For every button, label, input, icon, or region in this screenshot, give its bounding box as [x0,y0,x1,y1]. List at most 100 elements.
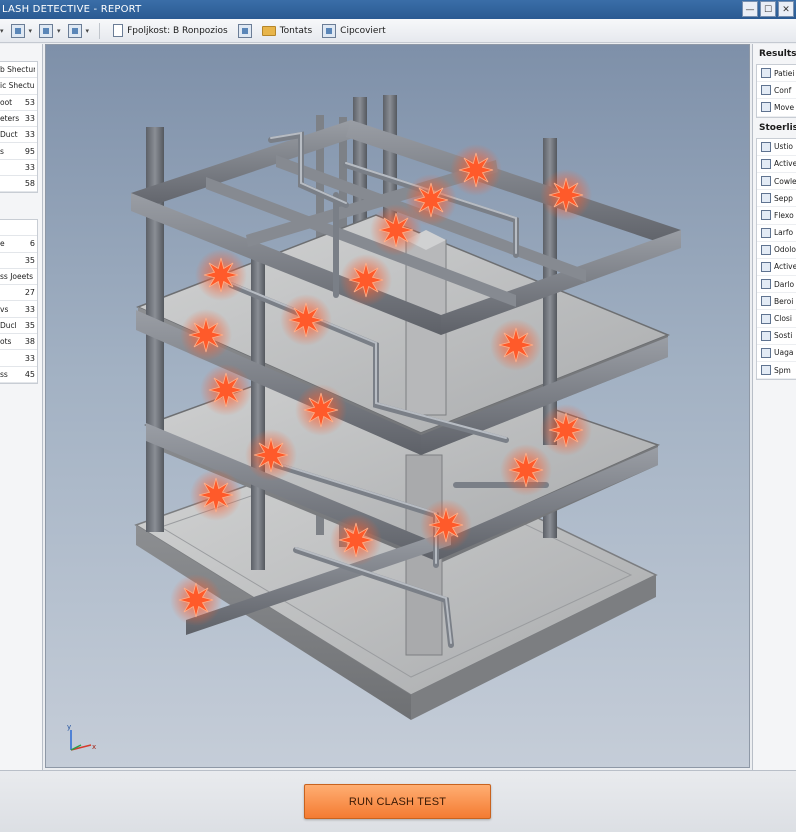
checkbox-icon [761,313,771,324]
status-item[interactable]: Beroi [757,293,796,311]
status-item[interactable]: Spm [757,362,796,380]
clash-group-row[interactable]: 35 [0,253,37,269]
document-icon [761,244,771,255]
toolbar-contacts-button[interactable]: Tontats [261,25,312,36]
status-item[interactable]: Uaga [757,345,796,362]
status-item-label: Ustio [774,142,794,152]
status-item[interactable]: Sepp [757,190,796,208]
clash-marker[interactable] [200,364,252,416]
status-item-label: Beroi [774,296,794,306]
status-item[interactable]: Flexo [757,207,796,225]
clash-group-row[interactable]: vs 33 [0,301,37,318]
window-icon [237,23,252,38]
clash-marker[interactable] [245,429,297,481]
status-item-label: Sepp [774,193,793,203]
clash-group-name: Duct [0,130,18,140]
clash-marker[interactable] [280,294,332,346]
clash-group-name: s [0,146,4,156]
toolbar: ▾ ▾ ▾ ▾ Fpoljkost: B Ronpozios Tontats C… [0,19,796,43]
status-item[interactable]: Ustio [757,139,796,156]
dropdown-arrow-icon[interactable]: ▾ [29,27,33,35]
clash-group-name: ots [0,337,12,347]
clash-group-row[interactable]: Ducl 35 [0,318,37,335]
clash-marker[interactable] [420,499,472,551]
minimize-button[interactable]: — [742,1,758,17]
clash-marker[interactable] [490,319,542,371]
clash-group-row[interactable]: 33 [0,350,37,367]
pencil-icon [761,279,771,290]
status-item-label: Larfo [774,228,794,238]
status-item[interactable]: Active [757,259,796,277]
clash-group-row[interactable]: Duct 33 [0,127,37,144]
clash-group-row[interactable]: eters 33 [0,111,37,128]
clash-marker[interactable] [450,144,502,196]
clash-group-row[interactable]: 33 [0,160,37,177]
comment-icon [761,365,771,376]
clash-group-count: 45 [24,369,35,379]
run-clash-test-button[interactable]: RUN CLASH TEST [304,784,491,819]
close-button[interactable]: ✕ [778,1,794,17]
clash-group-row[interactable]: 27 [0,285,37,302]
view-tool-icon[interactable] [39,23,54,38]
clash-group-row[interactable]: ss 45 [0,367,37,383]
model-viewport[interactable]: y x [45,44,750,768]
document-icon [113,24,124,37]
status-item[interactable]: Sosti [757,328,796,345]
clash-group-row[interactable]: ic Shecture [0,78,37,95]
clash-group-row[interactable]: e6 [0,236,37,253]
clash-marker[interactable] [340,254,392,306]
layout-tool-icon[interactable] [67,23,82,38]
clash-group-row[interactable]: ots 38 [0,334,37,351]
clash-marker[interactable] [190,469,242,521]
window-controls: — ☐ ✕ [742,0,796,19]
select-tool-icon[interactable] [10,23,25,38]
dropdown-arrow-icon[interactable]: ▾ [57,27,61,35]
right-panel: Results Patiei Conf Move Stoerlis Ustio Act… [752,44,796,770]
clash-group-row[interactable]: b Shecture [0,62,37,79]
clash-group-name: vs [0,304,9,314]
maximize-button[interactable]: ☐ [760,1,776,17]
clash-marker[interactable] [500,444,552,496]
status-item[interactable]: Closi [757,310,796,328]
results-item[interactable]: Conf [757,82,796,100]
status-item[interactable]: Cowle [757,173,796,191]
clash-marker[interactable] [540,169,592,221]
status-item[interactable]: Odolo [757,242,796,259]
toolbar-projects-button[interactable]: Fpoljkost: B Ronpozios [113,24,228,37]
pencil-icon [761,347,771,358]
status-heading: Stoerlis [759,122,796,133]
grid-icon [761,330,771,341]
results-item[interactable]: Patiei [757,65,796,83]
clash-group-row[interactable]: oot 53 [0,95,37,111]
clash-marker[interactable] [295,384,347,436]
document-icon [761,210,771,221]
dropdown-arrow-icon[interactable]: ▾ [0,27,4,35]
clash-marker[interactable] [180,309,232,361]
clash-marker[interactable] [330,514,382,566]
status-item-label: Active [774,262,796,272]
status-item[interactable]: Active [757,156,796,173]
status-item[interactable]: Darlo [757,276,796,294]
document-icon [761,85,771,96]
grid-icon [761,227,771,238]
clash-group-row[interactable]: 58 [0,176,37,193]
document-icon [761,261,771,272]
clash-group-count: 33 [24,353,35,363]
clash-group-row[interactable] [0,220,37,237]
toolbar-convert-button[interactable]: Cipcoviert [322,23,386,38]
clash-marker[interactable] [170,574,222,626]
dropdown-arrow-icon[interactable]: ▾ [86,27,90,35]
clash-marker[interactable] [195,249,247,301]
status-item-label: Spm [774,365,791,375]
clash-marker[interactable] [370,204,422,256]
toolbar-window-button[interactable] [237,23,252,38]
document-icon [761,68,771,79]
results-item[interactable]: Move [757,99,796,117]
clash-group-row[interactable]: ss Joeets [0,269,37,286]
clash-marker[interactable] [540,404,592,456]
status-item[interactable]: Larfo [757,225,796,242]
building-model-render: y x [67,95,681,751]
clash-group-row[interactable]: s 95 [0,143,37,160]
clash-group-count: 33 [24,114,35,124]
axis-triad-icon: y x [67,723,96,751]
